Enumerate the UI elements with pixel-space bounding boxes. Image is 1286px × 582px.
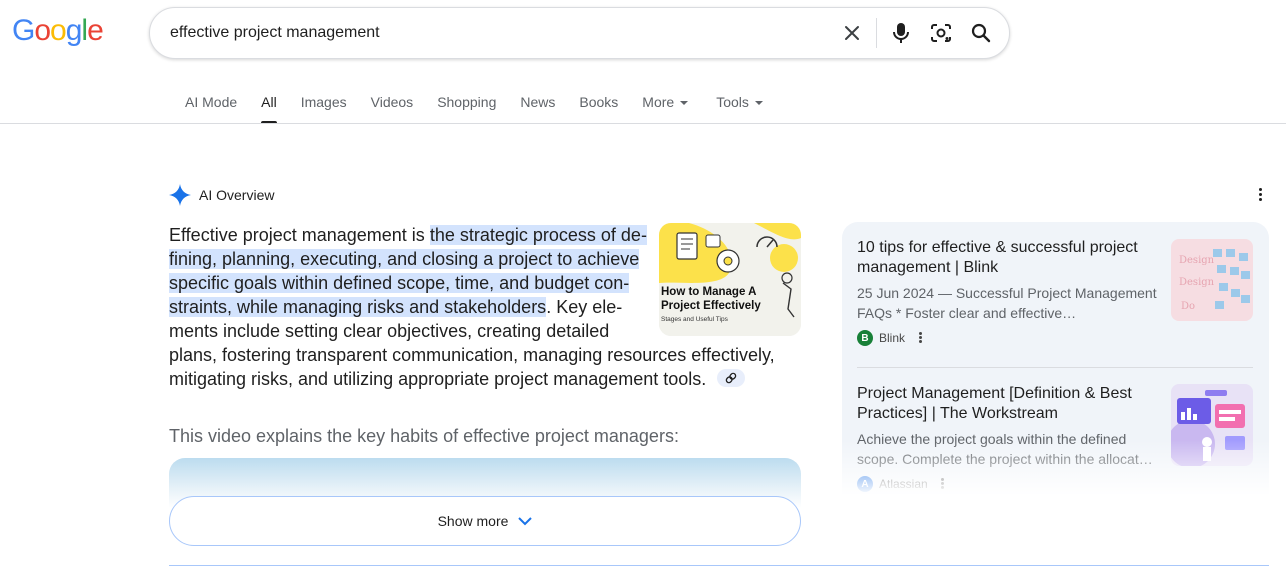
source-snippet: Achieve the project goals within the def… xyxy=(857,431,1153,467)
site-name: Atlassian xyxy=(879,477,928,491)
sources-panel: 10 tips for effective & successful proje… xyxy=(842,222,1269,502)
section-divider xyxy=(169,565,1269,566)
source-title[interactable]: Project Management [Definition & Best Pr… xyxy=(857,384,1157,424)
search-divider xyxy=(876,18,877,48)
ai-overview-thumbnail[interactable]: How to Manage A Project Effectively Stag… xyxy=(659,223,801,336)
source-thumbnail[interactable] xyxy=(1171,384,1253,466)
more-options-icon[interactable] xyxy=(1254,186,1266,206)
tab-tools[interactable]: Tools xyxy=(716,86,763,124)
source-divider xyxy=(857,367,1253,368)
site-favicon: A xyxy=(857,476,873,492)
tab-videos[interactable]: Videos xyxy=(371,86,414,124)
search-icon[interactable] xyxy=(969,21,993,45)
gemini-sparkle-icon xyxy=(169,184,191,206)
logo-letter: g xyxy=(65,14,83,47)
tab-label: News xyxy=(520,94,556,110)
svg-text:How to Manage A: How to Manage A xyxy=(661,286,756,298)
tab-shopping[interactable]: Shopping xyxy=(437,86,496,124)
svg-text:Do: Do xyxy=(1181,301,1195,312)
site-favicon: B xyxy=(857,330,873,346)
tab-more[interactable]: More xyxy=(642,86,689,124)
search-input[interactable] xyxy=(170,8,810,58)
source-options-icon[interactable] xyxy=(917,331,923,345)
tab-label: Images xyxy=(300,94,347,110)
tab-label: More xyxy=(642,94,675,110)
source-meta: B Blink xyxy=(857,330,1157,346)
tab-books[interactable]: Books xyxy=(579,86,618,124)
source-link-chip[interactable] xyxy=(717,369,746,388)
svg-text:Stages and Useful Tips: Stages and Useful Tips xyxy=(661,316,729,323)
tab-label: Shopping xyxy=(437,94,497,110)
logo-letter: o xyxy=(50,14,67,47)
overview-text-lead: Effective project management is xyxy=(169,225,430,245)
tab-ai-mode[interactable]: AI Mode xyxy=(185,86,237,124)
ai-overview-title: AI Overview xyxy=(199,187,275,203)
link-icon xyxy=(726,372,737,384)
video-caption: This video explains the key habits of ef… xyxy=(169,426,679,446)
svg-text:Design: Design xyxy=(1179,277,1215,288)
logo-letter: o xyxy=(34,14,51,47)
tab-label: Videos xyxy=(370,94,414,110)
tab-news[interactable]: News xyxy=(520,86,555,124)
ai-overview-header: AI Overview xyxy=(169,184,274,206)
tab-label: Books xyxy=(579,94,619,110)
source-card[interactable]: Project Management [Definition & Best Pr… xyxy=(857,384,1157,492)
site-name: Blink xyxy=(879,331,906,345)
source-snippet: 25 Jun 2024 — Successful Project Managem… xyxy=(857,285,1157,321)
search-box xyxy=(149,7,1010,59)
caret-down-icon xyxy=(754,101,763,106)
source-title[interactable]: 10 tips for effective & successful proje… xyxy=(857,238,1157,278)
clear-icon[interactable] xyxy=(840,21,864,45)
tab-label: All xyxy=(261,94,277,110)
tab-all[interactable]: All xyxy=(261,86,277,124)
thumbnail-image: How to Manage A Project Effectively Stag… xyxy=(659,223,801,336)
tab-label: Tools xyxy=(716,94,749,110)
ai-overview-text: How to Manage A Project Effectively Stag… xyxy=(169,223,801,391)
svg-text:Design: Design xyxy=(1179,255,1215,266)
source-meta: A Atlassian xyxy=(857,476,1157,492)
search-tabs: AI Mode All Images Videos Shopping News … xyxy=(185,86,787,124)
source-card[interactable]: 10 tips for effective & successful proje… xyxy=(857,238,1157,346)
google-logo[interactable]: Google xyxy=(12,14,104,48)
lens-camera-icon[interactable] xyxy=(929,21,953,45)
dashboard-illustration-image xyxy=(1171,384,1253,466)
svg-text:Project Effectively: Project Effectively xyxy=(661,300,761,312)
illustration: How to Manage A Project Effectively Stag… xyxy=(659,223,801,336)
source-thumbnail[interactable]: Design Design Do xyxy=(1171,239,1253,321)
caret-down-icon xyxy=(680,101,689,106)
tab-label: AI Mode xyxy=(185,94,238,110)
logo-letter: G xyxy=(12,14,35,47)
sticky-notes-image: Design Design Do xyxy=(1171,239,1253,321)
logo-letter: e xyxy=(87,14,104,47)
source-options-icon[interactable] xyxy=(940,477,946,491)
show-more-label: Show more xyxy=(437,513,509,529)
microphone-icon[interactable] xyxy=(889,21,913,45)
tab-images[interactable]: Images xyxy=(301,86,347,124)
chevron-down-icon xyxy=(518,516,533,525)
tabs-divider xyxy=(0,123,1286,124)
show-more-button[interactable]: Show more xyxy=(169,496,801,546)
